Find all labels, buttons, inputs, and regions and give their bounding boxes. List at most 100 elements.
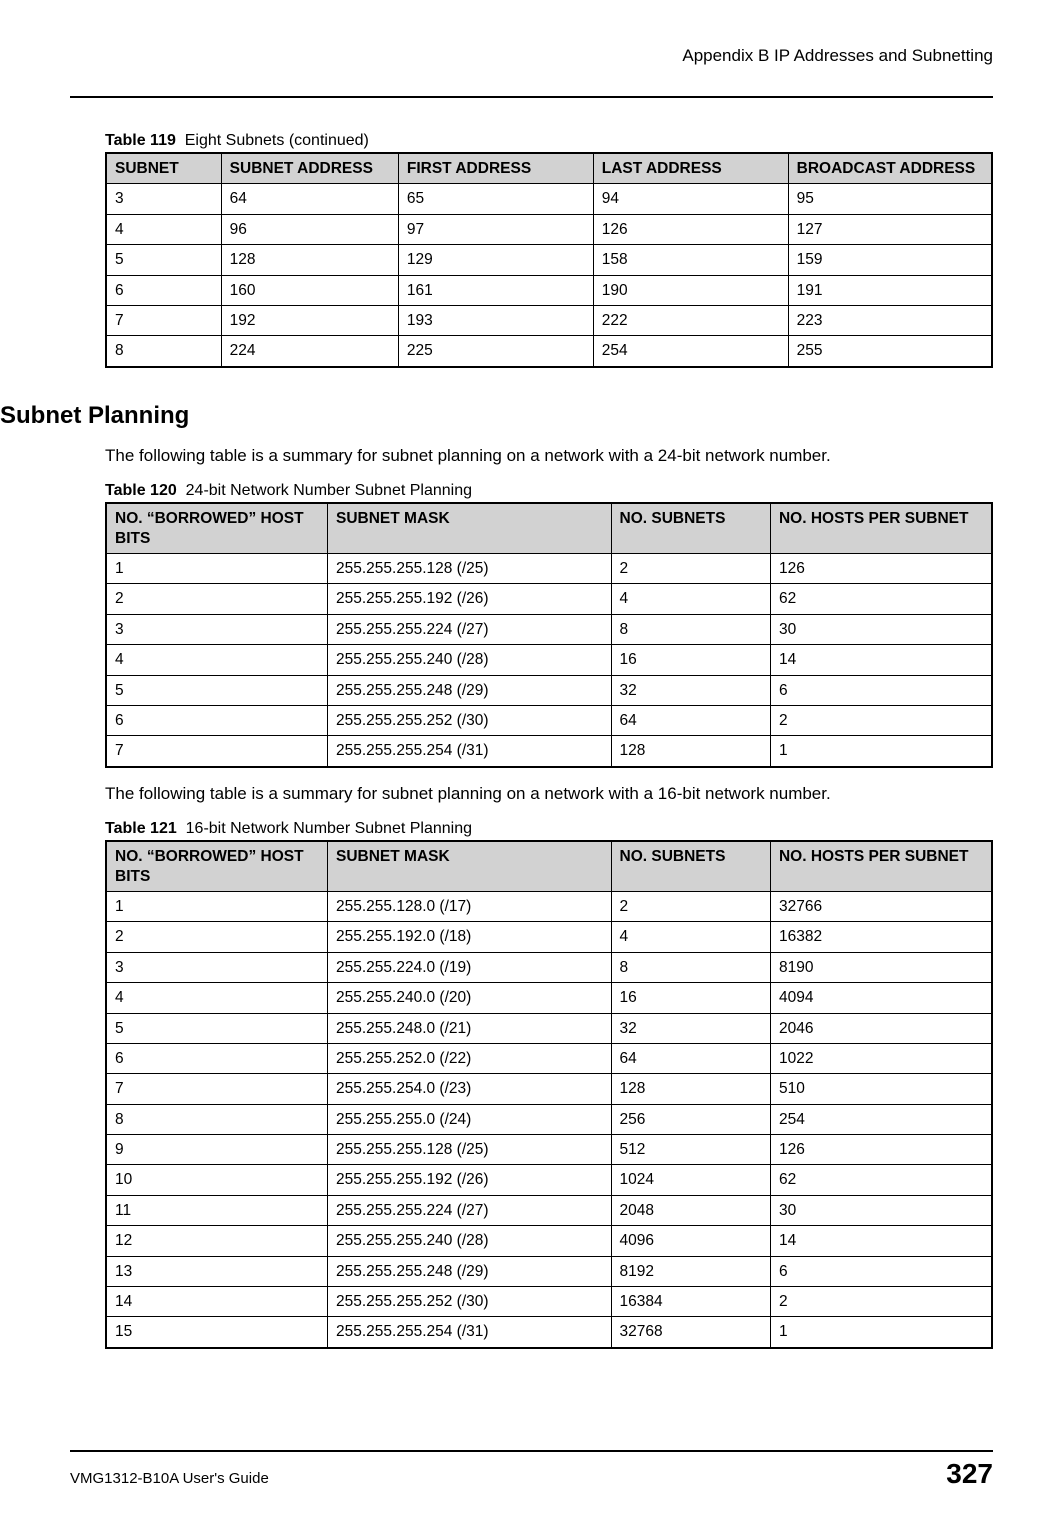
table-row: 12255.255.255.240 (/28)409614 [106, 1226, 992, 1256]
table-cell: 9 [106, 1135, 328, 1165]
table-cell: 4094 [770, 983, 992, 1013]
table-cell: 8 [611, 952, 770, 982]
table-row: 7192193222223 [106, 305, 992, 335]
table-cell: 2 [611, 554, 770, 584]
table-cell: 64 [611, 705, 770, 735]
table-cell: 6 [106, 275, 221, 305]
table-cell: 1022 [770, 1043, 992, 1073]
table-row: 5255.255.255.248 (/29)326 [106, 675, 992, 705]
table-cell: 4 [611, 584, 770, 614]
th: NO. SUBNETS [611, 841, 770, 891]
table-cell: 2 [106, 584, 328, 614]
table120-header-row: NO. “BORROWED” HOST BITS SUBNET MASK NO.… [106, 503, 992, 553]
table-cell: 190 [593, 275, 788, 305]
table-cell: 97 [398, 214, 593, 244]
table-cell: 255.255.255.252 (/30) [328, 705, 612, 735]
table-cell: 8190 [770, 952, 992, 982]
table-row: 364659495 [106, 184, 992, 214]
table-cell: 255.255.224.0 (/19) [328, 952, 612, 982]
table-cell: 4096 [611, 1226, 770, 1256]
table-cell: 16382 [770, 922, 992, 952]
table-row: 3255.255.255.224 (/27)830 [106, 614, 992, 644]
table-cell: 128 [611, 1074, 770, 1104]
table-cell: 159 [788, 245, 992, 275]
table-row: 5128129158159 [106, 245, 992, 275]
table-cell: 8 [106, 1104, 328, 1134]
table-cell: 510 [770, 1074, 992, 1104]
table-cell: 191 [788, 275, 992, 305]
table-cell: 255.255.255.248 (/29) [328, 675, 612, 705]
table-cell: 11 [106, 1195, 328, 1225]
table-cell: 1 [106, 554, 328, 584]
table-cell: 32768 [611, 1317, 770, 1348]
table-cell: 32766 [770, 892, 992, 922]
table-cell: 126 [770, 1135, 992, 1165]
table-row: 4255.255.255.240 (/28)1614 [106, 645, 992, 675]
table-cell: 2046 [770, 1013, 992, 1043]
table-cell: 255.255.255.128 (/25) [328, 554, 612, 584]
table-row: 9255.255.255.128 (/25)512126 [106, 1135, 992, 1165]
table-row: 7255.255.254.0 (/23)128510 [106, 1074, 992, 1104]
table-cell: 65 [398, 184, 593, 214]
table-cell: 30 [770, 614, 992, 644]
table-cell: 7 [106, 736, 328, 767]
footer-guide-name: VMG1312-B10A User's Guide [70, 1470, 269, 1487]
table120-num: Table 120 [105, 482, 177, 499]
table-row: 6255.255.252.0 (/22)641022 [106, 1043, 992, 1073]
table-cell: 255.255.254.0 (/23) [328, 1074, 612, 1104]
table119-title: Eight Subnets (continued) [185, 132, 369, 149]
table-cell: 255.255.255.224 (/27) [328, 1195, 612, 1225]
th: FIRST ADDRESS [398, 153, 593, 184]
table-cell: 255.255.255.248 (/29) [328, 1256, 612, 1286]
table-cell: 16 [611, 645, 770, 675]
table-row: 4255.255.240.0 (/20)164094 [106, 983, 992, 1013]
table121-caption: Table 121 16-bit Network Number Subnet P… [105, 820, 993, 838]
table-cell: 255.255.255.252 (/30) [328, 1286, 612, 1316]
table-cell: 8 [106, 336, 221, 367]
table-row: 8224225254255 [106, 336, 992, 367]
table-cell: 7 [106, 305, 221, 335]
table-cell: 62 [770, 584, 992, 614]
table-row: 2255.255.255.192 (/26)462 [106, 584, 992, 614]
table-cell: 3 [106, 184, 221, 214]
section-heading-subnet-planning: Subnet Planning [0, 402, 993, 430]
table-cell: 160 [221, 275, 398, 305]
table-cell: 128 [221, 245, 398, 275]
table-row: 6255.255.255.252 (/30)642 [106, 705, 992, 735]
table-cell: 129 [398, 245, 593, 275]
table-cell: 256 [611, 1104, 770, 1134]
footer-rule [70, 1450, 993, 1452]
table120: NO. “BORROWED” HOST BITS SUBNET MASK NO.… [105, 502, 993, 767]
table-row: 1255.255.255.128 (/25)2126 [106, 554, 992, 584]
table-cell: 158 [593, 245, 788, 275]
table-cell: 15 [106, 1317, 328, 1348]
table119-caption: Table 119 Eight Subnets (continued) [105, 132, 993, 150]
table-cell: 8192 [611, 1256, 770, 1286]
table119-header-row: SUBNET SUBNET ADDRESS FIRST ADDRESS LAST… [106, 153, 992, 184]
table120-caption: Table 120 24-bit Network Number Subnet P… [105, 482, 993, 500]
table-cell: 255.255.255.240 (/28) [328, 1226, 612, 1256]
th: SUBNET MASK [328, 841, 612, 891]
table-cell: 255.255.255.192 (/26) [328, 584, 612, 614]
table-cell: 16384 [611, 1286, 770, 1316]
table119: SUBNET SUBNET ADDRESS FIRST ADDRESS LAST… [105, 152, 993, 368]
table-cell: 1 [106, 892, 328, 922]
table-cell: 12 [106, 1226, 328, 1256]
table-cell: 4 [106, 214, 221, 244]
table-row: 3255.255.224.0 (/19)88190 [106, 952, 992, 982]
table-cell: 6 [106, 705, 328, 735]
table-cell: 127 [788, 214, 992, 244]
table-cell: 3 [106, 952, 328, 982]
table-cell: 5 [106, 1013, 328, 1043]
table-row: 1255.255.128.0 (/17)232766 [106, 892, 992, 922]
table-cell: 6 [106, 1043, 328, 1073]
table-cell: 6 [770, 675, 992, 705]
table-cell: 64 [221, 184, 398, 214]
table-cell: 96 [221, 214, 398, 244]
paragraph-1: The following table is a summary for sub… [105, 444, 993, 469]
table-cell: 254 [770, 1104, 992, 1134]
table-row: 14255.255.255.252 (/30)163842 [106, 1286, 992, 1316]
table-row: 7255.255.255.254 (/31)1281 [106, 736, 992, 767]
table-cell: 1 [770, 736, 992, 767]
table-cell: 6 [770, 1256, 992, 1286]
